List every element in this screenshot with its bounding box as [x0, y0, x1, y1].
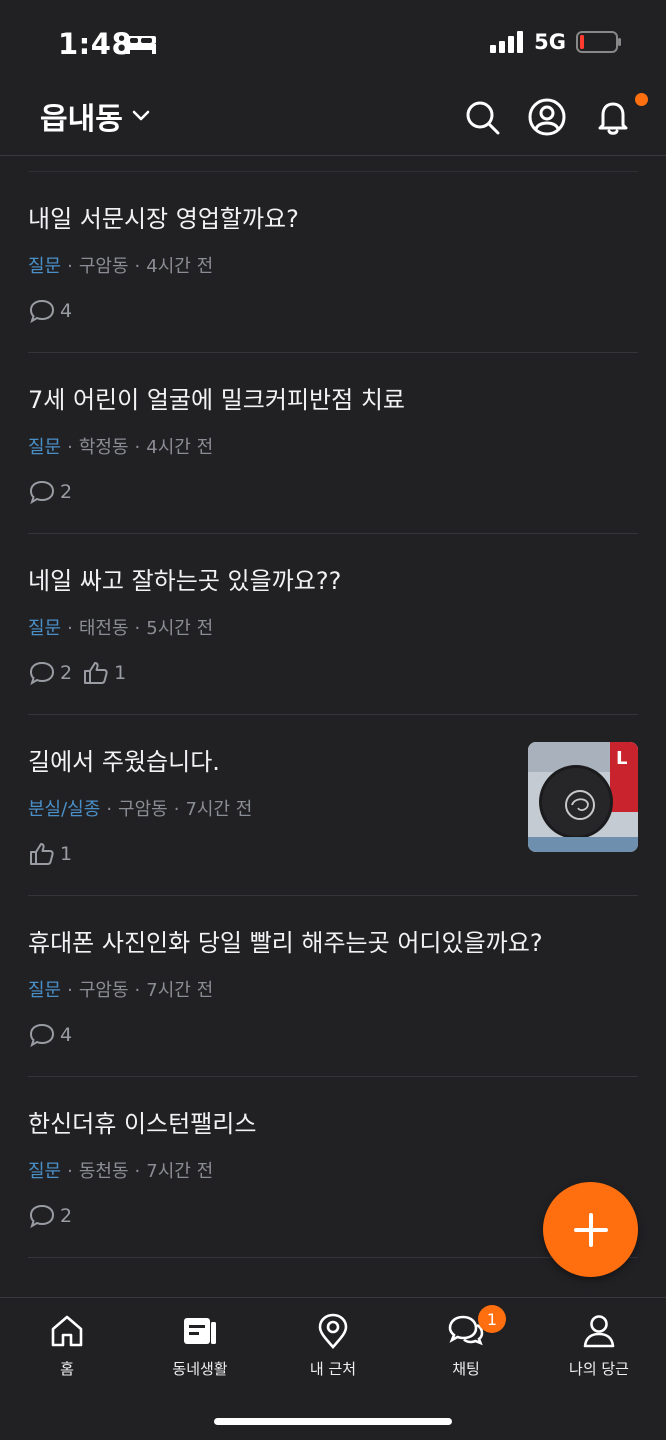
post-meta: 질문 · 학정동 · 4시간 전 — [28, 437, 214, 458]
comment-count: 2 — [60, 481, 73, 503]
search-icon[interactable] — [462, 97, 502, 137]
chevron-down-icon — [132, 110, 150, 121]
thumbs-up-icon — [84, 662, 108, 684]
post-meta: 분실/실종 · 구암동 · 7시간 전 — [28, 799, 253, 820]
sleep-focus-icon — [126, 36, 156, 54]
post-neighborhood: 학정동 — [78, 437, 129, 458]
like-count: 1 — [114, 662, 127, 684]
notification-dot — [635, 93, 648, 106]
post-stats: 1 — [28, 841, 82, 867]
nav-community[interactable]: 동네생활 — [140, 1312, 260, 1382]
location-name: 읍내동 — [40, 102, 123, 137]
community-icon — [184, 1318, 216, 1344]
found-earphone-case-photo: L — [528, 742, 638, 852]
person-icon — [583, 1315, 615, 1348]
like-count: 1 — [60, 843, 73, 865]
post-item[interactable]: 길에서 주웠습니다. 분실/실종 · 구암동 · 7시간 전 1 L — [28, 715, 638, 896]
post-stats: 4 — [28, 1022, 82, 1048]
location-selector[interactable]: 읍내동 — [40, 94, 151, 138]
nav-home[interactable]: 홈 — [7, 1312, 127, 1382]
profile-circle-icon[interactable] — [527, 97, 567, 137]
post-feed[interactable]: 내일 서문시장 영업할까요? 질문 · 구암동 · 4시간 전 4 7세 어린이 얼굴에… — [0, 157, 666, 1297]
status-bar: 1:48 5G — [0, 0, 666, 84]
post-item[interactable]: 네일 싸고 잘하는곳 있을까요?? 질문 · 태전동 · 5시간 전 2 1 — [28, 534, 638, 715]
battery-icon — [576, 31, 621, 53]
post-neighborhood: 구암동 — [118, 799, 168, 820]
nav-label: 동네생활 — [172, 1360, 228, 1378]
post-neighborhood: 구암동 — [78, 980, 129, 1001]
comment-count: 4 — [60, 300, 73, 322]
post-time: 7시간 전 — [185, 799, 253, 820]
home-indicator[interactable] — [214, 1418, 452, 1425]
svg-text:L: L — [616, 748, 627, 769]
write-post-button[interactable] — [543, 1182, 638, 1277]
chat-unread-badge: 1 — [478, 1305, 506, 1333]
post-category: 질문 — [28, 980, 62, 1001]
post-category: 질문 — [28, 437, 62, 458]
post-category: 분실/실종 — [28, 799, 101, 820]
post-title: 내일 서문시장 영업할까요? — [28, 205, 299, 233]
signal-icon — [490, 31, 524, 53]
post-meta: 질문 · 구암동 · 7시간 전 — [28, 980, 214, 1001]
post-category: 질문 — [28, 618, 62, 639]
post-thumbnail[interactable]: L — [528, 742, 638, 852]
post-stats: 4 — [28, 298, 82, 324]
comment-icon — [29, 661, 55, 686]
post-time: 5시간 전 — [146, 618, 214, 639]
home-icon — [51, 1315, 83, 1347]
thumbs-up-icon — [30, 843, 54, 865]
post-stats: 2 1 — [28, 660, 136, 686]
nav-label: 나의 당근 — [569, 1360, 629, 1378]
app-header: 읍내동 — [0, 84, 666, 156]
post-title: 휴대폰 사진인화 당일 빨리 해주는곳 어디있을까요? — [28, 929, 543, 957]
post-time: 7시간 전 — [146, 1161, 214, 1182]
post-stats: 2 — [28, 479, 82, 505]
plus-icon — [573, 1212, 608, 1247]
network-type: 5G — [534, 30, 566, 54]
nav-chat[interactable]: 채팅 1 — [406, 1305, 526, 1382]
nav-my-carrot[interactable]: 나의 당근 — [539, 1312, 659, 1382]
nav-label: 내 근처 — [309, 1360, 357, 1378]
post-time: 4시간 전 — [146, 256, 214, 277]
post-meta: 질문 · 태전동 · 5시간 전 — [28, 618, 214, 639]
post-neighborhood: 동천동 — [78, 1161, 129, 1182]
post-title: 길에서 주웠습니다. — [28, 748, 220, 776]
post-stats: 2 — [28, 1203, 82, 1229]
post-category: 질문 — [28, 256, 62, 277]
nav-label: 채팅 — [452, 1360, 480, 1378]
post-item[interactable]: 휴대폰 사진인화 당일 빨리 해주는곳 어디있을까요? 질문 · 구암동 · 7시간 전… — [28, 896, 638, 1077]
post-neighborhood: 태전동 — [78, 618, 129, 639]
nav-nearby[interactable]: 내 근처 — [273, 1312, 393, 1382]
comment-count: 4 — [60, 1024, 73, 1046]
post-neighborhood: 구암동 — [78, 256, 129, 277]
comment-icon — [29, 480, 55, 505]
post-item[interactable]: 7세 어린이 얼굴에 밀크커피반점 치료 질문 · 학정동 · 4시간 전 2 — [28, 353, 638, 534]
comment-icon — [29, 1023, 55, 1048]
post-meta: 질문 · 동천동 · 7시간 전 — [28, 1161, 214, 1182]
bell-icon[interactable] — [593, 97, 633, 137]
post-item[interactable]: 내일 서문시장 영업할까요? 질문 · 구암동 · 4시간 전 4 — [28, 172, 638, 353]
location-pin-icon — [318, 1313, 348, 1349]
comment-count: 2 — [60, 1205, 73, 1227]
post-title: 7세 어린이 얼굴에 밀크커피반점 치료 — [28, 386, 405, 414]
comment-icon — [29, 299, 55, 324]
nav-label: 홈 — [60, 1360, 74, 1378]
status-time: 1:48 — [58, 27, 133, 61]
post-category: 질문 — [28, 1161, 62, 1182]
post-time: 7시간 전 — [146, 980, 214, 1001]
post-title: 한신더휴 이스턴팰리스 — [28, 1110, 257, 1138]
post-meta: 질문 · 구암동 · 4시간 전 — [28, 256, 214, 277]
post-time: 4시간 전 — [146, 437, 214, 458]
comment-count: 2 — [60, 662, 73, 684]
post-title: 네일 싸고 잘하는곳 있을까요?? — [28, 567, 342, 595]
comment-icon — [29, 1204, 55, 1229]
